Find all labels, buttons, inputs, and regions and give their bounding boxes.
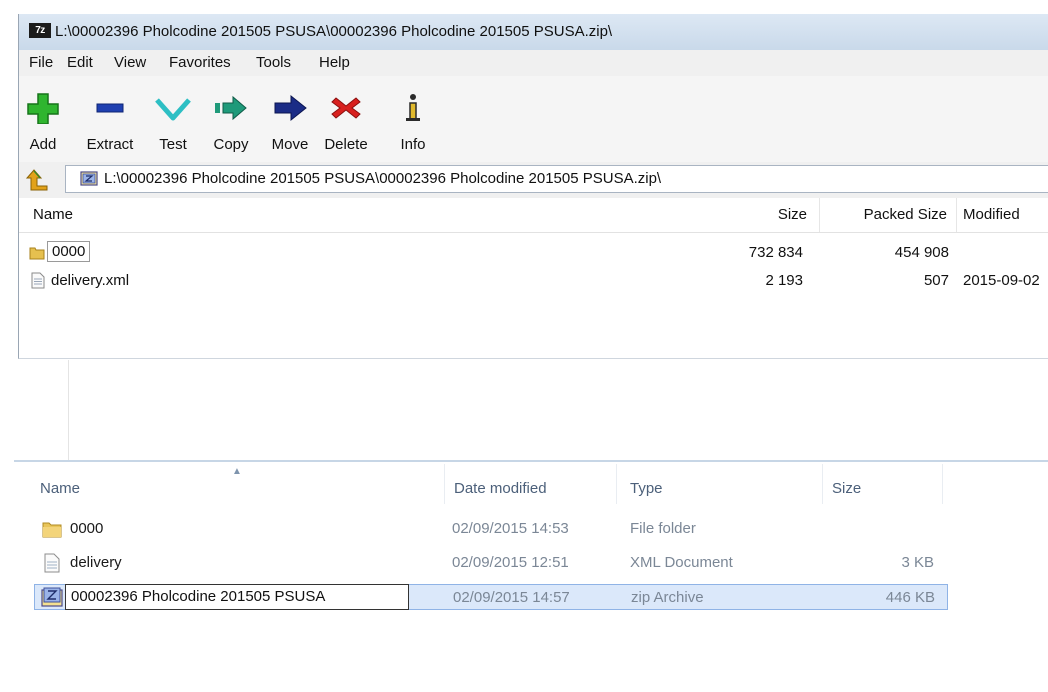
- explorer-file-list: ▲ Name Date modified Type Size 0000 02/0…: [14, 460, 1048, 692]
- copy-button[interactable]: Copy: [209, 76, 253, 162]
- divider: [68, 360, 69, 460]
- menu-bar: File Edit View Favorites Tools Help: [19, 50, 1048, 77]
- title-bar[interactable]: 7z L:\00002396 Pholcodine 201505 PSUSA\0…: [19, 14, 1048, 50]
- rename-input[interactable]: 00002396 Pholcodine 201505 PSUSA: [65, 584, 409, 610]
- xml-file-icon: [44, 553, 60, 573]
- item-size: 732 834: [748, 244, 803, 261]
- item-name: 0000: [47, 241, 91, 262]
- item-size: 2 193: [765, 272, 803, 289]
- archive-file-list: Name Size Packed Size Modified 0000 732 …: [19, 198, 1048, 358]
- menu-help[interactable]: Help: [319, 54, 350, 71]
- item-packed-size: 507: [923, 272, 949, 289]
- item-date-modified: 02/09/2015 14:57: [453, 589, 570, 606]
- item-type: zip Archive: [631, 589, 704, 606]
- item-size: 3 KB: [901, 554, 934, 571]
- test-button[interactable]: Test: [151, 76, 195, 162]
- column-modified[interactable]: Modified: [963, 206, 1020, 223]
- folder-icon: [42, 522, 62, 538]
- move-icon: [274, 94, 307, 122]
- menu-tools[interactable]: Tools: [256, 54, 291, 71]
- column-divider[interactable]: [956, 198, 957, 232]
- menu-file[interactable]: File: [29, 54, 53, 71]
- up-folder-icon[interactable]: [25, 168, 49, 192]
- item-name: delivery: [70, 554, 122, 571]
- list-item-file[interactable]: delivery 02/09/2015 12:51 XML Document 3…: [34, 550, 948, 576]
- column-date-modified[interactable]: Date modified: [454, 480, 547, 497]
- address-path: L:\00002396 Pholcodine 201505 PSUSA\0000…: [104, 170, 662, 187]
- zip-archive-icon: [80, 171, 98, 186]
- window-title: L:\00002396 Pholcodine 201505 PSUSA\0000…: [55, 23, 613, 40]
- delete-button[interactable]: Delete: [319, 76, 373, 162]
- delete-label: Delete: [324, 136, 368, 153]
- test-icon: [155, 98, 191, 121]
- menu-favorites[interactable]: Favorites: [169, 54, 231, 71]
- extract-button[interactable]: Extract: [81, 76, 139, 162]
- item-modified: 2015-09-02: [963, 272, 1040, 289]
- move-button[interactable]: Move: [265, 76, 315, 162]
- column-divider[interactable]: [942, 464, 943, 504]
- column-size[interactable]: Size: [832, 480, 861, 497]
- column-divider[interactable]: [819, 198, 820, 232]
- menu-edit[interactable]: Edit: [67, 54, 93, 71]
- sort-ascending-icon: ▲: [232, 466, 242, 477]
- info-button[interactable]: Info: [395, 76, 431, 162]
- column-divider[interactable]: [822, 464, 823, 504]
- copy-label: Copy: [213, 136, 249, 153]
- menu-view[interactable]: View: [114, 54, 146, 71]
- item-packed-size: 454 908: [894, 244, 949, 261]
- list-item-folder[interactable]: 0000 732 834 454 908: [19, 240, 1048, 266]
- toolbar: Add Extract Test Copy Move Delete Info: [19, 76, 1048, 163]
- zip-archive-icon: [41, 587, 63, 607]
- column-packed-size[interactable]: Packed Size: [845, 206, 947, 223]
- item-type: XML Document: [630, 554, 733, 571]
- column-divider[interactable]: [616, 464, 617, 504]
- item-size: 446 KB: [885, 589, 935, 606]
- address-bar: L:\00002396 Pholcodine 201505 PSUSA\0000…: [19, 162, 1048, 199]
- move-label: Move: [271, 136, 309, 153]
- explorer-list-header: ▲ Name Date modified Type Size: [14, 460, 1048, 506]
- item-name: 0000: [70, 520, 104, 537]
- column-type[interactable]: Type: [630, 480, 663, 497]
- list-header: Name Size Packed Size Modified: [19, 198, 1048, 233]
- copy-icon: [215, 95, 247, 121]
- item-date-modified: 02/09/2015 14:53: [452, 520, 569, 537]
- address-field[interactable]: L:\00002396 Pholcodine 201505 PSUSA\0000…: [65, 165, 1048, 193]
- extract-icon: [96, 103, 124, 113]
- extract-label: Extract: [86, 136, 134, 153]
- column-divider[interactable]: [444, 464, 445, 504]
- item-name: delivery.xml: [51, 272, 130, 289]
- list-item-file[interactable]: delivery.xml 2 193 507 2015-09-02: [19, 268, 1048, 294]
- column-name[interactable]: Name: [40, 480, 80, 497]
- item-date-modified: 02/09/2015 12:51: [452, 554, 569, 571]
- list-item-zip-selected[interactable]: 00002396 Pholcodine 201505 PSUSA 02/09/2…: [34, 584, 948, 610]
- 7zip-app-icon: 7z: [29, 23, 51, 38]
- test-label: Test: [159, 136, 187, 153]
- info-label: Info: [400, 136, 426, 153]
- list-item-folder[interactable]: 0000 02/09/2015 14:53 File folder: [34, 516, 948, 542]
- column-size[interactable]: Size: [759, 206, 807, 223]
- folder-icon: [29, 247, 45, 260]
- delete-icon: [331, 97, 361, 119]
- xml-file-icon: [31, 272, 45, 289]
- info-icon: [406, 94, 420, 121]
- item-type: File folder: [630, 520, 696, 537]
- add-button[interactable]: Add: [25, 76, 61, 162]
- rename-input-value: 00002396 Pholcodine 201505 PSUSA: [71, 588, 326, 605]
- 7zip-window: 7z L:\00002396 Pholcodine 201505 PSUSA\0…: [18, 14, 1048, 359]
- add-icon: [27, 93, 59, 124]
- add-label: Add: [29, 136, 57, 153]
- column-name[interactable]: Name: [33, 206, 73, 223]
